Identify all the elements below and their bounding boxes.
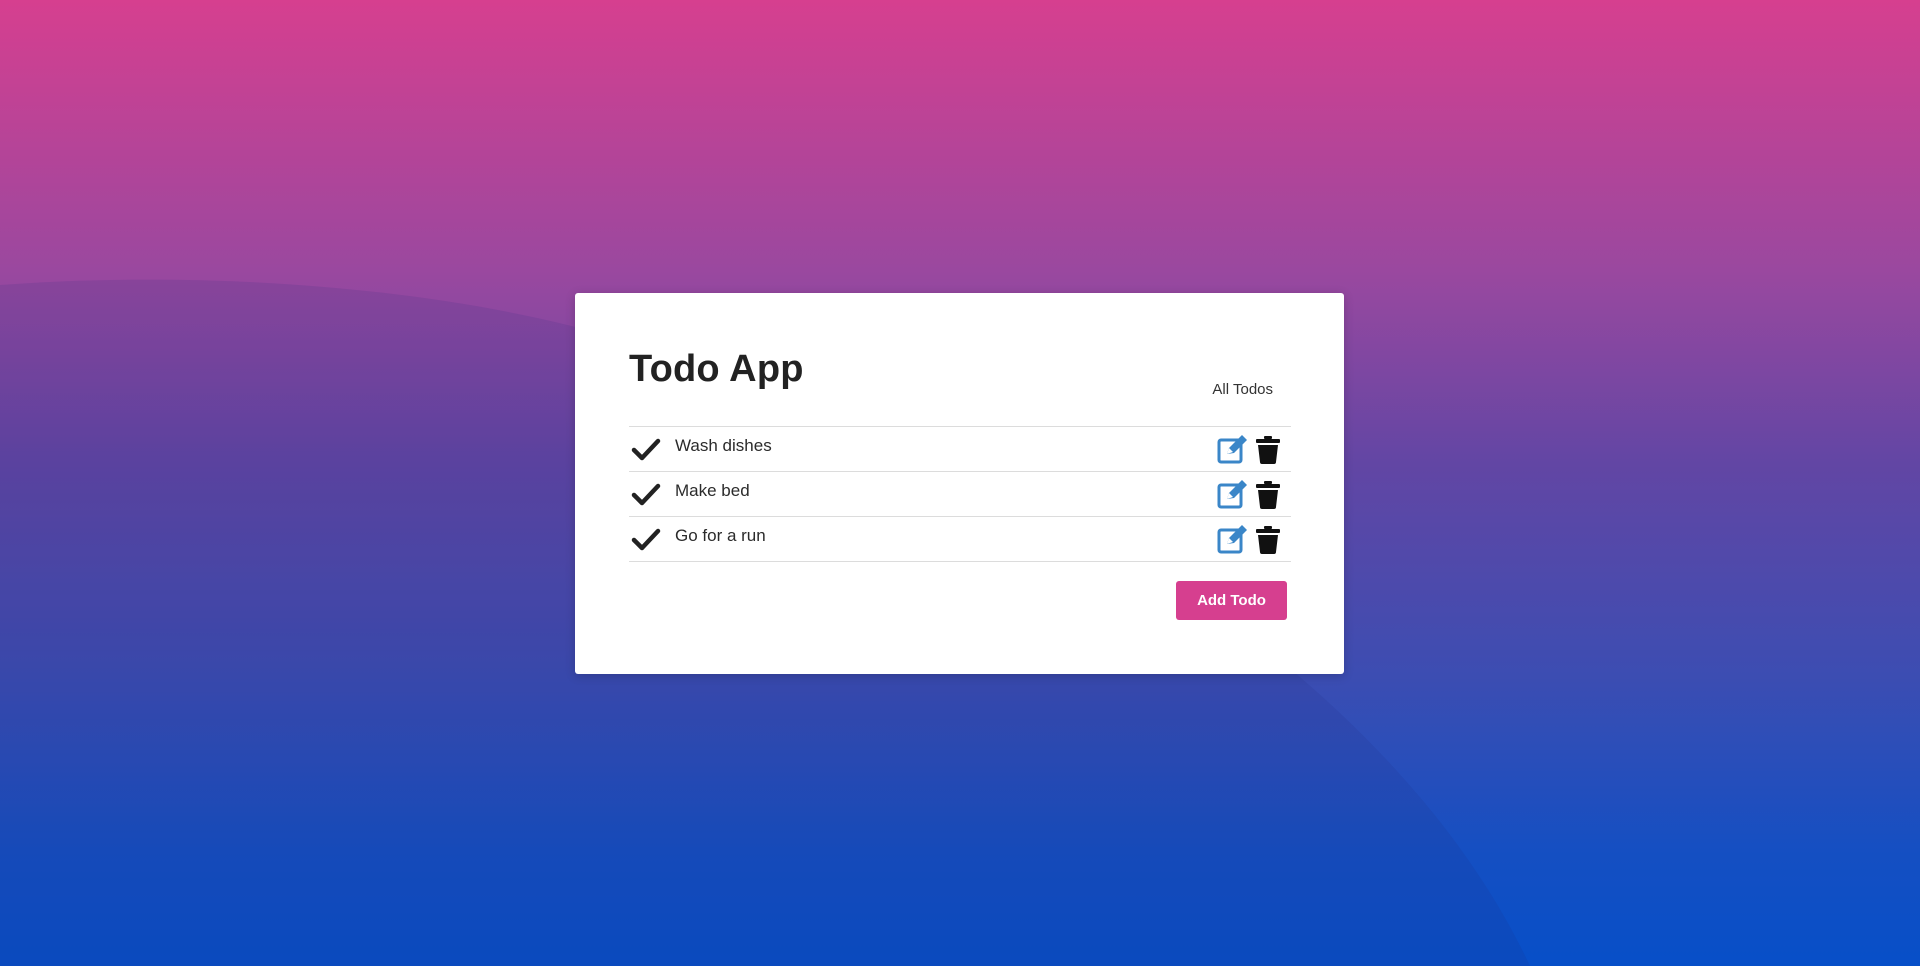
trash-icon[interactable]	[1256, 436, 1280, 464]
filter-all-todos[interactable]: All Todos	[1212, 381, 1273, 398]
edit-icon[interactable]	[1217, 479, 1249, 509]
check-icon[interactable]	[631, 482, 661, 508]
add-todo-button[interactable]: Add Todo	[1176, 581, 1287, 620]
trash-icon[interactable]	[1256, 526, 1280, 554]
todo-list: Wash dishes Make bed Go for a run	[629, 426, 1291, 562]
edit-icon[interactable]	[1217, 434, 1249, 464]
todo-item: Go for a run	[629, 517, 1291, 562]
check-icon[interactable]	[631, 437, 661, 463]
page-title: Todo App	[629, 348, 804, 390]
todo-text: Go for a run	[675, 526, 766, 545]
edit-icon[interactable]	[1217, 524, 1249, 554]
trash-icon[interactable]	[1256, 481, 1280, 509]
todo-card: Todo App All Todos Wash dishes Make bed	[575, 293, 1344, 674]
todo-text: Wash dishes	[675, 436, 772, 455]
todo-text: Make bed	[675, 481, 750, 500]
todo-item: Make bed	[629, 472, 1291, 517]
check-icon[interactable]	[631, 527, 661, 553]
todo-item: Wash dishes	[629, 427, 1291, 472]
